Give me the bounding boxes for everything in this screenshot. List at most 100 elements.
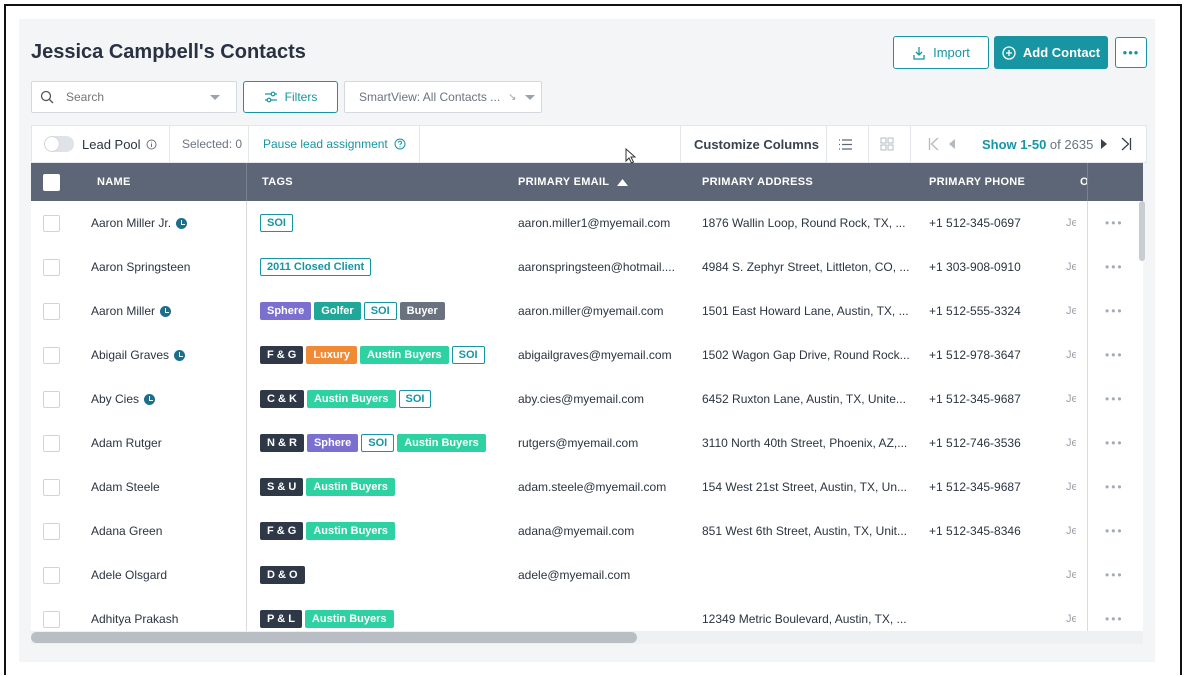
- filters-button[interactable]: Filters: [243, 81, 338, 113]
- tag-badge[interactable]: SOI: [363, 302, 397, 320]
- email-cell[interactable]: aaronspringsteen@hotmail....: [518, 245, 675, 289]
- contact-name-cell[interactable]: Abigail Graves: [91, 333, 186, 377]
- checkbox-box[interactable]: [43, 258, 60, 276]
- tag-badge[interactable]: Buyer: [399, 302, 445, 320]
- contact-name-cell[interactable]: Adam Steele: [91, 465, 160, 509]
- search-box[interactable]: [31, 81, 237, 113]
- list-view-icon[interactable]: [838, 126, 853, 162]
- phone-cell[interactable]: +1 512-345-0697: [929, 201, 1021, 245]
- table-row[interactable]: Aaron Miller Jr. SOI aaron.miller1@myemail…: [31, 201, 1143, 245]
- row-actions-icon[interactable]: •••: [1105, 421, 1124, 465]
- checkbox-box[interactable]: [43, 302, 60, 320]
- contact-name[interactable]: Aaron Springsteen: [91, 260, 190, 274]
- tag-badge[interactable]: Sphere: [306, 434, 359, 452]
- row-checkbox[interactable]: [43, 289, 60, 333]
- contact-name-cell[interactable]: Aaron Miller: [91, 289, 172, 333]
- checkbox-box[interactable]: [43, 434, 60, 452]
- tag-badge[interactable]: Luxury: [306, 346, 358, 364]
- tag-badge[interactable]: Austin Buyers: [306, 478, 395, 496]
- contact-name[interactable]: Adele Olsgard: [91, 568, 167, 582]
- tag-badge[interactable]: Sphere: [260, 302, 312, 320]
- smartview-select[interactable]: SmartView: All Contacts ... ↘: [344, 81, 542, 113]
- phone-cell[interactable]: +1 512-345-9687: [929, 465, 1021, 509]
- tag-badge[interactable]: SOI: [260, 214, 293, 232]
- row-actions-icon[interactable]: •••: [1105, 597, 1124, 631]
- email-cell[interactable]: adam.steele@myemail.com: [518, 465, 666, 509]
- checkbox-box[interactable]: [43, 214, 60, 232]
- email-cell[interactable]: aby.cies@myemail.com: [518, 377, 644, 421]
- email-cell[interactable]: adele@myemail.com: [518, 553, 630, 597]
- row-actions-icon[interactable]: •••: [1105, 289, 1124, 333]
- tag-badge[interactable]: Austin Buyers: [360, 346, 449, 364]
- table-row[interactable]: Adhitya Prakash P & L Austin Buyers 12349 M…: [31, 597, 1143, 631]
- tag-badge[interactable]: N & R: [260, 434, 304, 452]
- more-actions-button[interactable]: •••: [1115, 37, 1147, 68]
- email-cell[interactable]: rutgers@myemail.com: [518, 421, 638, 465]
- smartview-clear-icon[interactable]: ↘: [508, 92, 516, 103]
- contact-name[interactable]: Adam Steele: [91, 480, 160, 494]
- checkbox-box[interactable]: [43, 522, 60, 540]
- tag-badge[interactable]: SOI: [398, 390, 432, 408]
- table-row[interactable]: Aaron Springsteen 2011 Closed Client aaron…: [31, 245, 1143, 289]
- table-row[interactable]: Adam Steele S & U Austin Buyers adam.steele…: [31, 465, 1143, 509]
- column-header-name[interactable]: NAME: [97, 163, 131, 201]
- contact-name-cell[interactable]: Aaron Miller Jr.: [91, 201, 188, 245]
- checkbox-box[interactable]: [43, 566, 60, 584]
- table-row[interactable]: Abigail Graves F & G Luxury Austin Buyers SO…: [31, 333, 1143, 377]
- row-checkbox[interactable]: [43, 333, 60, 377]
- lead-pool-toggle[interactable]: [44, 126, 74, 162]
- row-actions-icon[interactable]: •••: [1105, 333, 1124, 377]
- row-actions-icon[interactable]: •••: [1105, 377, 1124, 421]
- tag-badge[interactable]: F & G: [260, 522, 304, 540]
- email-cell[interactable]: abigailgraves@myemail.com: [518, 333, 672, 377]
- row-checkbox[interactable]: [43, 377, 60, 421]
- next-page-icon[interactable]: [1100, 126, 1108, 162]
- search-input[interactable]: [64, 89, 198, 105]
- customize-columns-button[interactable]: Customize Columns: [694, 126, 819, 162]
- contact-name-cell[interactable]: Aby Cies: [91, 377, 156, 421]
- tag-badge[interactable]: Austin Buyers: [304, 610, 394, 628]
- contact-name[interactable]: Aaron Miller Jr.: [91, 216, 171, 230]
- contact-name-cell[interactable]: Adhitya Prakash: [91, 597, 178, 631]
- contact-name[interactable]: Adam Rutger: [91, 436, 162, 450]
- search-dropdown-icon[interactable]: [210, 94, 220, 100]
- chevron-down-icon[interactable]: [524, 94, 535, 100]
- row-checkbox[interactable]: [43, 465, 60, 509]
- email-cell[interactable]: adana@myemail.com: [518, 509, 634, 553]
- phone-cell[interactable]: +1 512-746-3536: [929, 421, 1021, 465]
- phone-cell[interactable]: +1 512-978-3647: [929, 333, 1021, 377]
- phone-cell[interactable]: +1 303-908-0910: [929, 245, 1021, 289]
- contact-name[interactable]: Adana Green: [91, 524, 162, 538]
- tag-badge[interactable]: C & K: [260, 390, 304, 408]
- tag-badge[interactable]: S & U: [260, 478, 304, 496]
- horizontal-scrollbar[interactable]: [31, 632, 637, 643]
- row-checkbox[interactable]: [43, 421, 60, 465]
- table-row[interactable]: Aby Cies C & K Austin Buyers SOI aby.cies@my…: [31, 377, 1143, 421]
- contact-name[interactable]: Abigail Graves: [91, 348, 169, 362]
- toggle-switch[interactable]: [44, 136, 74, 152]
- table-row[interactable]: Adam Rutger N & R Sphere SOI Austin Buyers ru…: [31, 421, 1143, 465]
- tag-badge[interactable]: Golfer: [314, 302, 361, 320]
- row-actions-icon[interactable]: •••: [1105, 245, 1124, 289]
- email-cell[interactable]: aaron.miller1@myemail.com: [518, 201, 670, 245]
- tag-badge[interactable]: Austin Buyers: [306, 522, 395, 540]
- tag-badge[interactable]: SOI: [451, 346, 485, 364]
- contact-name-cell[interactable]: Aaron Springsteen: [91, 245, 190, 289]
- row-checkbox[interactable]: [43, 553, 60, 597]
- row-actions-icon[interactable]: •••: [1105, 553, 1124, 597]
- tag-badge[interactable]: Austin Buyers: [397, 434, 486, 452]
- first-page-icon[interactable]: [928, 126, 940, 162]
- phone-cell[interactable]: +1 512-555-3324: [929, 289, 1021, 333]
- select-all-checkbox[interactable]: [43, 163, 60, 201]
- column-header-email[interactable]: PRIMARY EMAIL: [518, 163, 629, 201]
- tag-badge[interactable]: D & O: [260, 566, 305, 584]
- row-checkbox[interactable]: [43, 509, 60, 553]
- row-checkbox[interactable]: [43, 245, 60, 289]
- tag-badge[interactable]: Austin Buyers: [306, 390, 396, 408]
- contact-name-cell[interactable]: Adam Rutger: [91, 421, 162, 465]
- last-page-icon[interactable]: [1120, 126, 1132, 162]
- checkbox-box[interactable]: [43, 610, 60, 628]
- info-icon[interactable]: [146, 126, 157, 162]
- email-cell[interactable]: aaron.miller@myemail.com: [518, 289, 664, 333]
- column-header-address[interactable]: PRIMARY ADDRESS: [702, 163, 813, 201]
